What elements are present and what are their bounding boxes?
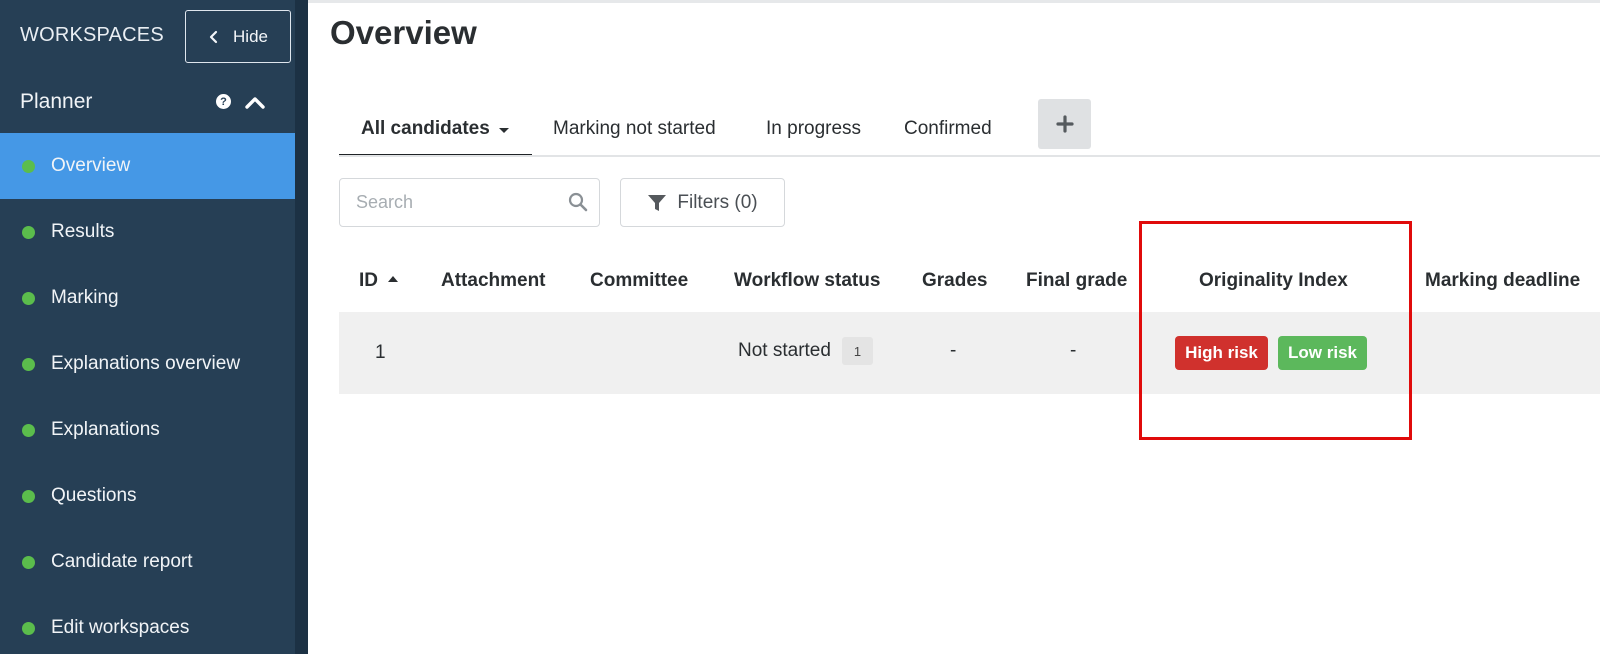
cell-workflow-status: Not started: [738, 340, 831, 361]
sidebar-item-label: Marking: [51, 287, 119, 308]
sidebar-item-explanations[interactable]: Explanations: [0, 397, 295, 463]
sidebar-item-marking[interactable]: Marking: [0, 265, 295, 331]
tab-confirmed[interactable]: Confirmed: [904, 118, 992, 140]
help-icon[interactable]: ?: [216, 94, 231, 109]
filters-button[interactable]: Filters (0): [620, 178, 785, 227]
sidebar-item-questions[interactable]: Questions: [0, 463, 295, 529]
tab-in-progress[interactable]: In progress: [766, 118, 861, 140]
search-box: [339, 178, 600, 227]
hide-label: Hide: [233, 26, 268, 46]
sidebar-item-label: Candidate report: [51, 551, 193, 572]
planner-section-title: Planner: [20, 90, 93, 113]
sidebar-resize-handle[interactable]: [295, 0, 308, 654]
sidebar-item-label: Questions: [51, 485, 137, 506]
column-header-final-grade[interactable]: Final grade: [1026, 270, 1127, 292]
sidebar-item-label: Overview: [51, 155, 131, 176]
column-header-workflow-status[interactable]: Workflow status: [734, 270, 880, 292]
table-row[interactable]: [339, 312, 1600, 394]
sidebar-item-explanations-overview[interactable]: Explanations overview: [0, 331, 295, 397]
tab-label: All candidates: [361, 118, 490, 139]
column-header-marking-deadline[interactable]: Marking deadline: [1425, 270, 1580, 292]
column-header-attachment[interactable]: Attachment: [441, 270, 546, 292]
chevron-left-icon: [209, 30, 218, 43]
sort-ascending-icon: [388, 275, 398, 282]
tabs-divider: [339, 155, 1600, 157]
plus-icon: [1055, 115, 1074, 133]
column-header-grades[interactable]: Grades: [922, 270, 987, 292]
sidebar-item-overview[interactable]: Overview: [0, 133, 295, 199]
cell-id: 1: [375, 342, 386, 363]
sidebar-item-candidate-report[interactable]: Candidate report: [0, 529, 295, 595]
column-header-committee[interactable]: Committee: [590, 270, 688, 292]
filter-icon: [648, 194, 667, 211]
status-dot: [22, 555, 35, 569]
add-tab-button[interactable]: [1038, 99, 1091, 149]
sidebar: WORKSPACES Hide Planner ? Overview Resul…: [0, 0, 295, 654]
low-risk-badge[interactable]: Low risk: [1278, 336, 1367, 370]
sidebar-item-edit-workspaces[interactable]: Edit workspaces: [0, 595, 295, 654]
sidebar-nav: Overview Results Marking Explanations ov…: [0, 133, 295, 654]
status-dot: [22, 621, 35, 635]
status-dot: [22, 159, 35, 173]
status-dot: [22, 489, 35, 503]
tab-marking-not-started[interactable]: Marking not started: [553, 118, 716, 140]
sidebar-item-label: Edit workspaces: [51, 617, 190, 638]
search-input[interactable]: [356, 179, 556, 225]
column-header-id[interactable]: ID: [359, 270, 398, 292]
cell-final-grade: -: [1070, 340, 1077, 361]
status-dot: [22, 291, 35, 305]
top-divider: [308, 0, 1600, 3]
chevron-up-icon[interactable]: [244, 94, 266, 110]
workspaces-title: WORKSPACES: [20, 24, 164, 46]
column-header-originality-index[interactable]: Originality Index: [1199, 270, 1348, 292]
sidebar-item-label: Explanations: [51, 419, 160, 440]
status-dot: [22, 225, 35, 239]
search-icon[interactable]: [568, 192, 588, 212]
sidebar-item-results[interactable]: Results: [0, 199, 295, 265]
status-dot: [22, 357, 35, 371]
caret-down-icon[interactable]: [499, 128, 509, 133]
status-dot: [22, 423, 35, 437]
column-label: ID: [359, 270, 378, 291]
hide-sidebar-button[interactable]: Hide: [185, 10, 291, 63]
sidebar-item-label: Results: [51, 221, 115, 242]
page-title: Overview: [330, 14, 477, 51]
tab-all-candidates[interactable]: All candidates: [339, 116, 532, 157]
cell-grades: -: [950, 340, 957, 361]
workflow-count-badge: 1: [842, 337, 873, 365]
sidebar-item-label: Explanations overview: [51, 353, 241, 374]
high-risk-badge[interactable]: High risk: [1175, 336, 1268, 370]
filters-label: Filters (0): [677, 191, 758, 213]
